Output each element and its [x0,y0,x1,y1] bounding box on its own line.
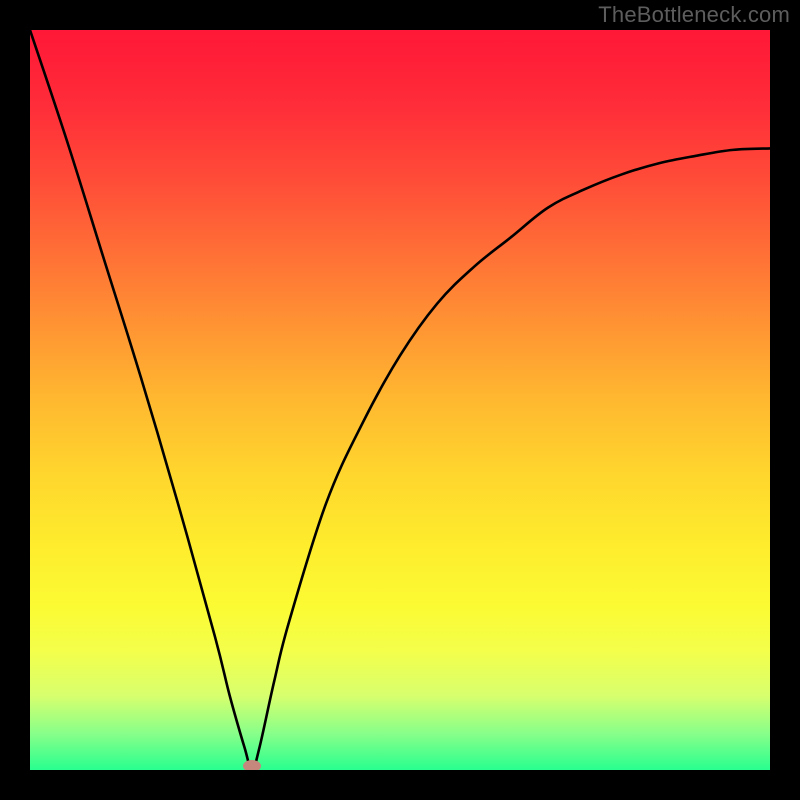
chart-svg [30,30,770,770]
watermark-text: TheBottleneck.com [598,2,790,28]
chart-background [30,30,770,770]
chart-frame: TheBottleneck.com [0,0,800,800]
bottleneck-chart [30,30,770,770]
